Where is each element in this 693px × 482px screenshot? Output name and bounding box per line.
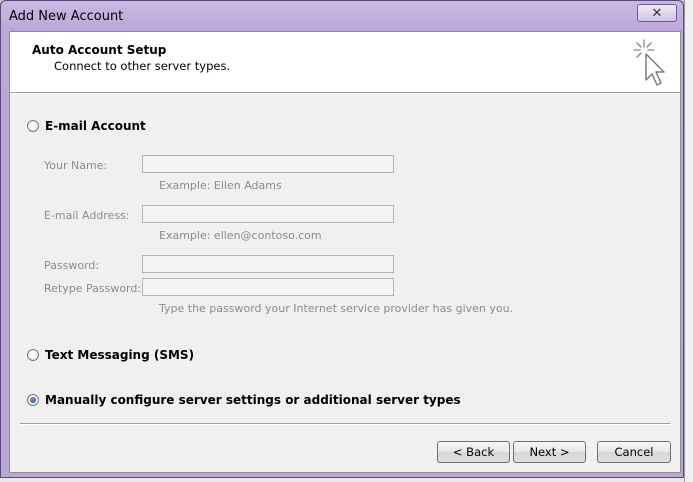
option-sms-label: Text Messaging (SMS): [45, 348, 195, 362]
background-window-edge: [684, 0, 693, 482]
cursor-sparkle-icon: [633, 39, 665, 86]
your-name-label: Your Name:: [44, 159, 108, 172]
email-address-hint: Example: ellen@contoso.com: [159, 229, 322, 242]
radio-selected-dot: [30, 397, 36, 403]
your-name-hint: Example: Ellen Adams: [159, 179, 282, 192]
next-button[interactable]: Next >: [513, 441, 586, 463]
footer-divider: [20, 423, 670, 425]
option-email-account[interactable]: E-mail Account: [27, 119, 146, 133]
option-manual-configure[interactable]: Manually configure server settings or ad…: [27, 393, 461, 407]
retype-password-field[interactable]: [142, 278, 394, 296]
wizard-header: Auto Account Setup Connect to other serv…: [10, 32, 680, 92]
close-button[interactable]: ✕: [637, 4, 677, 22]
email-address-field[interactable]: [142, 205, 394, 223]
option-sms[interactable]: Text Messaging (SMS): [27, 348, 194, 362]
radio-email-account[interactable]: [27, 120, 39, 132]
add-account-dialog: Add New Account ✕ Auto Account Setup Con…: [0, 0, 684, 478]
option-manual-configure-label: Manually configure server settings or ad…: [45, 393, 461, 407]
password-label: Password:: [44, 259, 100, 272]
close-icon: ✕: [651, 5, 663, 21]
header-divider: [10, 92, 680, 94]
window-title: Add New Account: [9, 9, 124, 24]
cancel-button[interactable]: Cancel: [597, 441, 671, 463]
radio-manual-configure[interactable]: [27, 394, 39, 406]
your-name-field[interactable]: [142, 155, 394, 173]
password-field[interactable]: [142, 255, 394, 273]
page-title: Auto Account Setup: [32, 43, 167, 57]
radio-sms[interactable]: [27, 349, 39, 361]
back-button[interactable]: < Back: [437, 441, 510, 463]
retype-password-label: Retype Password:: [44, 282, 142, 295]
password-hint: Type the password your Internet service …: [159, 302, 514, 315]
option-email-account-label: E-mail Account: [45, 119, 146, 133]
email-address-label: E-mail Address:: [44, 209, 130, 222]
dialog-content: Auto Account Setup Connect to other serv…: [9, 31, 681, 473]
page-subtitle: Connect to other server types.: [54, 59, 231, 73]
